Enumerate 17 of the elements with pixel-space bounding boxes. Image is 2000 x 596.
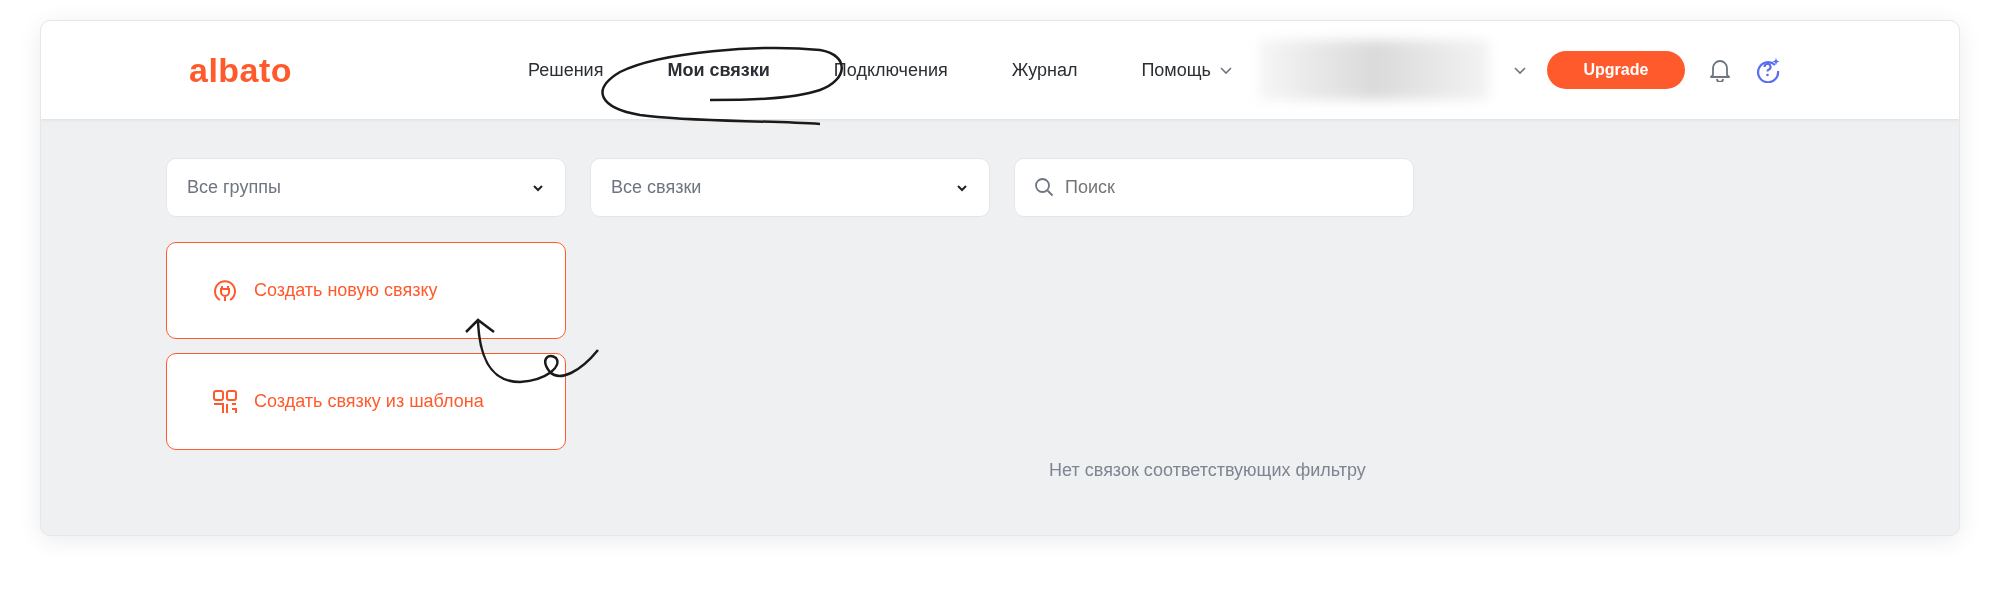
upgrade-button[interactable]: Upgrade [1546, 51, 1685, 89]
search-icon [1034, 177, 1054, 197]
dropdown-select[interactable]: Все связки [590, 158, 990, 217]
create-button[interactable]: Создать новую связку [166, 242, 566, 339]
nav-link[interactable]: Помощь [1141, 56, 1233, 84]
logo[interactable]: albato [189, 44, 528, 96]
grid-icon [212, 388, 238, 415]
nav-link[interactable]: Решения [528, 56, 604, 84]
dropdown-select[interactable]: Все группы [166, 158, 566, 217]
bell-icon[interactable] [1708, 58, 1731, 82]
template-button[interactable]: Создать связку из шаблона [166, 353, 566, 450]
search-field[interactable]: Поиск [1014, 158, 1414, 217]
help-icon[interactable] [1754, 57, 1781, 83]
plug-icon [212, 277, 238, 304]
nav-link[interactable]: Мои связки [667, 56, 770, 84]
nav-link[interactable]: Журнал [1011, 56, 1078, 84]
empty-message: Нет связок соответствующих фильтру [1049, 460, 1366, 480]
